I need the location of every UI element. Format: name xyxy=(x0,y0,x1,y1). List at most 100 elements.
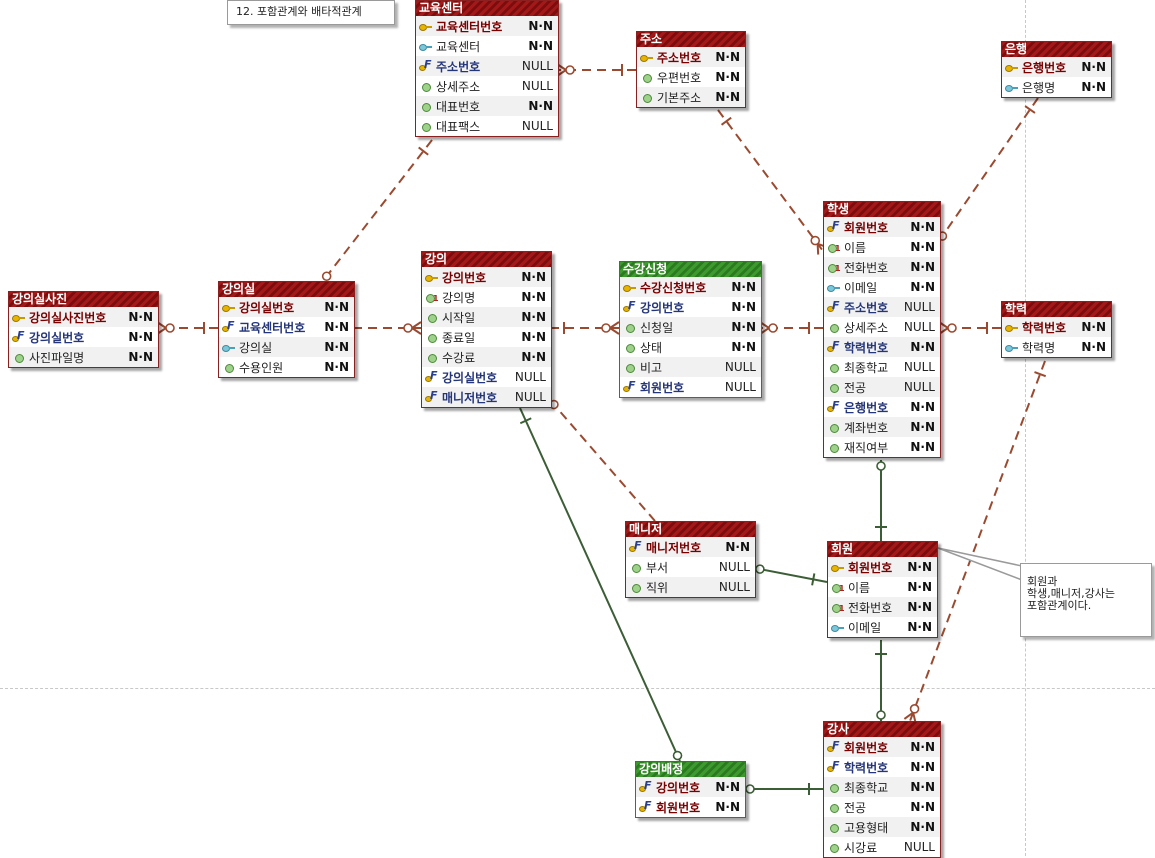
column-name: 사진파일명 xyxy=(29,350,85,365)
column-row[interactable]: 최종학교 N·N xyxy=(824,777,940,797)
entity-강의실[interactable]: 강의실강의실번호N·N교육센터번호N·N강의실N·N수용인원N·N xyxy=(218,281,355,378)
column-nullability: N·N xyxy=(715,70,740,84)
column-nullability: N·N xyxy=(521,290,546,304)
entity-강의[interactable]: 강의강의번호 N·N 강의명 N·N 시작일 N·N 종료일 N·N 수강료 N·N 강의실번호 NU… xyxy=(421,251,552,408)
column-row[interactable]: 강의번호 N·N xyxy=(620,297,761,317)
column-row[interactable]: 강의실사진번호 N·N xyxy=(9,307,158,327)
attribute-icon xyxy=(419,80,432,93)
column-nullability: N·N xyxy=(910,280,935,294)
entity-학력[interactable]: 학력 학력번호 N·N 학력명 N·N xyxy=(1001,301,1112,358)
column-row[interactable]: 수용인원 N·N xyxy=(219,357,354,377)
column-row[interactable]: 교육센터번호 N·N xyxy=(416,16,558,36)
column-row[interactable]: 이름 N·N xyxy=(824,237,940,257)
column-row[interactable]: 직위 NULL xyxy=(626,577,755,597)
column-row[interactable]: 수강신청번호 N·N xyxy=(620,277,761,297)
column-row[interactable]: 전공 N·N xyxy=(824,797,940,817)
column-name: 수강료 xyxy=(442,350,476,365)
column-row[interactable]: 상세주소 NULL xyxy=(824,317,940,337)
column-row[interactable]: 강의번호 N·N xyxy=(422,267,551,287)
column-row[interactable]: 부서 NULL xyxy=(626,557,755,577)
page-guide-vertical xyxy=(1025,0,1026,856)
column-row[interactable]: 매니저번호 NULL xyxy=(422,387,551,407)
attribute-icon xyxy=(222,361,235,374)
entity-수강신청[interactable]: 수강신청수강신청번호N·N강의번호N·N신청일N·N상태N·N비고NULL회원번… xyxy=(619,261,762,398)
entity-교육센터[interactable]: 교육센터교육센터번호N·N교육센터N·N주소번호NULL상세주소NULL대표번호… xyxy=(415,0,559,137)
column-row[interactable]: 은행번호 N·N xyxy=(1002,57,1111,77)
column-row[interactable]: 전화번호 N·N xyxy=(824,257,940,277)
attribute-icon xyxy=(827,801,840,814)
column-row[interactable]: 강의실번호 N·N xyxy=(219,297,354,317)
column-row[interactable]: 교육센터번호 N·N xyxy=(219,317,354,337)
column-name: 최종학교 xyxy=(844,780,889,795)
column-row[interactable]: 주소번호 N·N xyxy=(637,47,745,67)
column-row[interactable]: 시강료 NULL xyxy=(824,837,940,857)
entity-회원[interactable]: 회원회원번호 N·N 이름 N·N 전화번호 N·N 이메일 N·N xyxy=(827,541,938,638)
column-row[interactable]: 전공 NULL xyxy=(824,377,940,397)
column-row[interactable]: 시작일 N·N xyxy=(422,307,551,327)
column-row[interactable]: 강의실번호 N·N xyxy=(9,327,158,347)
column-row[interactable]: 비고 NULL xyxy=(620,357,761,377)
column-row[interactable]: 학력명 N·N xyxy=(1002,337,1111,357)
column-row[interactable]: 종료일 N·N xyxy=(422,327,551,347)
column-row[interactable]: 상세주소 NULL xyxy=(416,76,558,96)
column-row[interactable]: 신청일 N·N xyxy=(620,317,761,337)
title-note[interactable]: 12. 포함관계와 배타적관계 xyxy=(227,0,395,25)
column-nullability: N·N xyxy=(910,400,935,414)
column-row[interactable]: 계좌번호 N·N xyxy=(824,417,940,437)
column-row[interactable]: 상태 N·N xyxy=(620,337,761,357)
column-row[interactable]: 대표팩스 NULL xyxy=(416,116,558,136)
column-row[interactable]: 강의명 N·N xyxy=(422,287,551,307)
entity-매니저[interactable]: 매니저매니저번호 N·N 부서 NULL 직위 NULL xyxy=(625,521,756,598)
column-nullability: NULL xyxy=(903,380,935,394)
column-name: 상세주소 xyxy=(436,79,481,94)
column-row[interactable]: 은행명 N·N xyxy=(1002,77,1111,97)
column-name: 직위 xyxy=(646,580,669,595)
column-row[interactable]: 강의실 N·N xyxy=(219,337,354,357)
side-note[interactable]: 회원과 학생,매니저,강사는 포함관계이다. xyxy=(1020,563,1152,637)
column-row[interactable]: 학력번호 N·N xyxy=(1002,317,1111,337)
column-row[interactable]: 회원번호 N·N xyxy=(636,797,745,817)
column-row[interactable]: 사진파일명 N·N xyxy=(9,347,158,367)
column-row[interactable]: 이메일 N·N xyxy=(824,277,940,297)
column-row[interactable]: 최종학교 NULL xyxy=(824,357,940,377)
column-row[interactable]: 주소번호 NULL xyxy=(824,297,940,317)
column-row[interactable]: 대표번호 N·N xyxy=(416,96,558,116)
entity-강사[interactable]: 강사회원번호 N·N 학력번호 N·N 최종학교 N·N 전공 N·N 고용형태 N·N 시강료 NU… xyxy=(823,721,941,858)
foreign-key-icon xyxy=(623,379,636,394)
column-row[interactable]: 학력번호 N·N xyxy=(824,337,940,357)
column-row[interactable]: 기본주소 N·N xyxy=(637,87,745,107)
column-row[interactable]: 수강료 N·N xyxy=(422,347,551,367)
column-name: 강의실번호 xyxy=(239,300,295,315)
column-row[interactable]: 전화번호 N·N xyxy=(828,597,937,617)
column-row[interactable]: 이메일 N·N xyxy=(828,617,937,637)
column-row[interactable]: 회원번호 N·N xyxy=(824,737,940,757)
entity-주소[interactable]: 주소 주소번호 N·N 우편번호 N·N 기본주소 N·N xyxy=(636,31,746,108)
diagram-canvas[interactable]: 12. 포함관계와 배타적관계 회원과 학생,매니저,강사는 포함관계이다. 교… xyxy=(0,0,1155,858)
column-row[interactable]: 매니저번호 N·N xyxy=(626,537,755,557)
optional-marker xyxy=(601,323,611,333)
column-row[interactable]: 회원번호 NULL xyxy=(620,377,761,397)
entity-학생[interactable]: 학생회원번호 N·N 이름 N·N 전화번호 N·N 이메일 N·N 주소번호 NULL 상세주소 N… xyxy=(823,201,941,458)
column-nullability: NULL xyxy=(724,360,756,374)
column-row[interactable]: 은행번호 N·N xyxy=(824,397,940,417)
column-row[interactable]: 고용형태 N·N xyxy=(824,817,940,837)
entity-강의배정[interactable]: 강의배정강의번호 N·N 회원번호 N·N xyxy=(635,761,746,818)
column-row[interactable]: 교육센터 N·N xyxy=(416,36,558,56)
column-row[interactable]: 회원번호 N·N xyxy=(824,217,940,237)
column-row[interactable]: 학력번호 N·N xyxy=(824,757,940,777)
column-name: 매니저번호 xyxy=(442,390,498,405)
entity-은행[interactable]: 은행 은행번호 N·N 은행명 N·N xyxy=(1001,41,1112,98)
column-row[interactable]: 강의번호 N·N xyxy=(636,777,745,797)
column-row[interactable]: 우편번호 N·N xyxy=(637,67,745,87)
column-row[interactable]: 회원번호 N·N xyxy=(828,557,937,577)
column-nullability: N·N xyxy=(910,220,935,234)
rel-은행-학생 xyxy=(938,97,1039,242)
column-row[interactable]: 강의실번호 NULL xyxy=(422,367,551,387)
column-row[interactable]: 재직여부 N·N xyxy=(824,437,940,457)
column-nullability: N·N xyxy=(910,420,935,434)
entity-강의실사진[interactable]: 강의실사진강의실사진번호 N·N 강의실번호 N·N 사진파일명 N·N xyxy=(8,291,159,368)
entity-columns: 매니저번호 N·N 부서 NULL 직위 NULL xyxy=(626,537,755,597)
column-row[interactable]: 주소번호 NULL xyxy=(416,56,558,76)
column-row[interactable]: 이름 N·N xyxy=(828,577,937,597)
foreign-key-icon xyxy=(827,759,840,774)
